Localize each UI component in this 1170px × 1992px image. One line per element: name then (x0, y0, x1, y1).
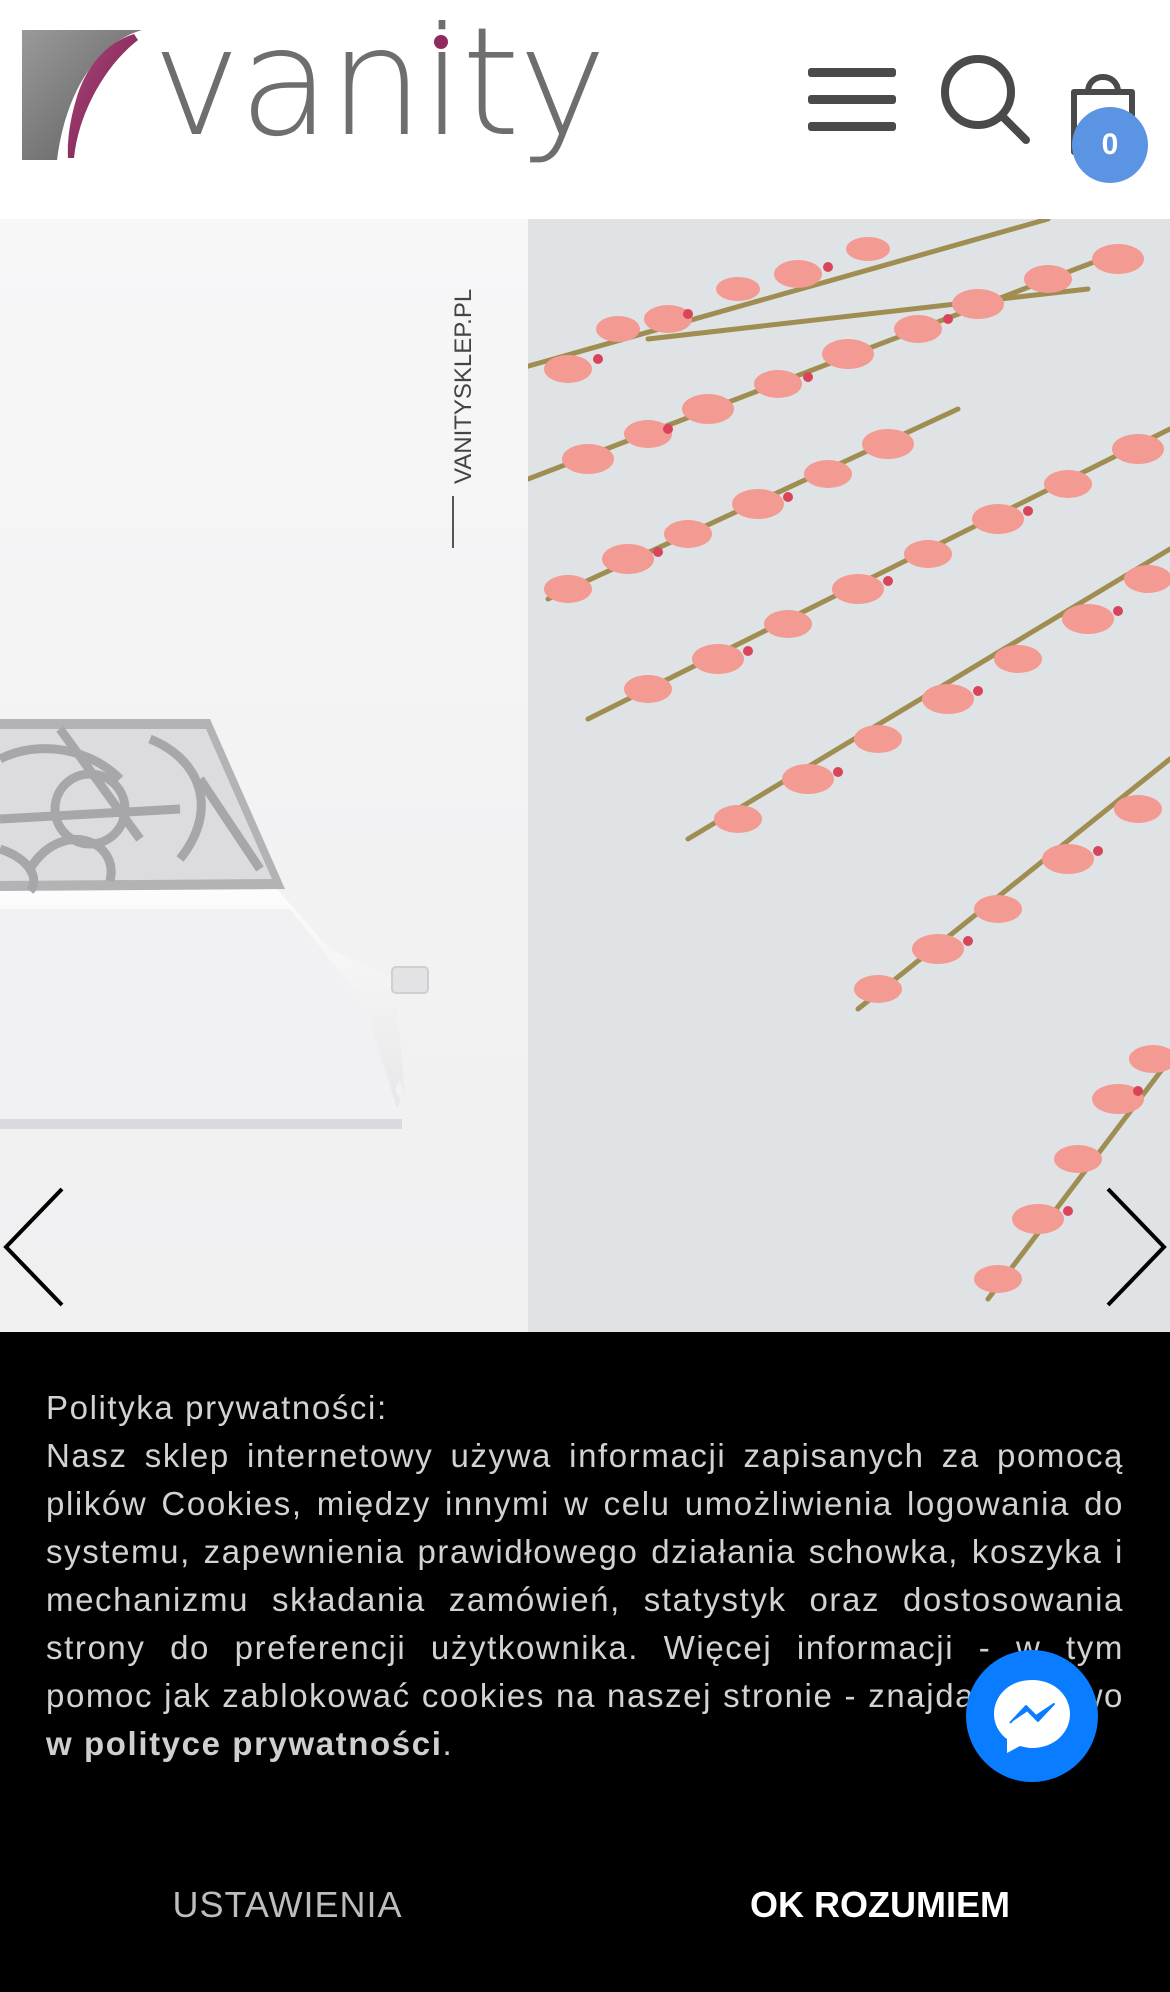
cart-count-badge[interactable]: 0 (1072, 107, 1148, 183)
slider-prev-button[interactable] (0, 1185, 70, 1309)
dust-collector-product-image (0, 719, 429, 1129)
logo-wordmark: vanity (152, 0, 607, 170)
vanity-logo[interactable]: vanity (22, 8, 607, 196)
messenger-icon (994, 1680, 1070, 1753)
logo-dot (434, 35, 448, 49)
search-button[interactable] (938, 52, 1030, 144)
privacy-policy-link[interactable]: w polityce prywatności (46, 1725, 442, 1762)
messenger-chat-button[interactable] (966, 1650, 1098, 1782)
hamburger-line (808, 95, 896, 104)
cookie-text: Polityka prywatności: Nasz sklep internet… (46, 1384, 1124, 1768)
hamburger-line (808, 122, 896, 131)
cookie-settings-button[interactable]: USTAWIENIA (150, 1870, 425, 1940)
site-header: vanity 0 (0, 0, 1170, 219)
cookie-accept-button[interactable]: OK ROZUMIEM (730, 1870, 1030, 1940)
chevron-left-icon (3, 1187, 64, 1307)
cookie-body: Nasz sklep internetowy używa informacji … (46, 1437, 1124, 1714)
slide-product-image[interactable]: VANITYSKLEP.PL (0, 219, 528, 1332)
pink-blossom-branches-image (528, 219, 1170, 1332)
logo-mark-icon (22, 30, 142, 160)
search-icon (941, 55, 1030, 144)
cookie-trailing: . (442, 1725, 454, 1762)
slider-next-button[interactable] (1100, 1185, 1170, 1309)
slide-flowers-image[interactable] (528, 219, 1170, 1332)
hero-slider: VANITYSKLEP.PL (0, 219, 1170, 1332)
hamburger-menu-icon (808, 68, 896, 77)
chevron-right-icon (1106, 1187, 1167, 1307)
cookie-title: Polityka prywatności: (46, 1389, 388, 1426)
menu-button[interactable] (806, 60, 898, 140)
